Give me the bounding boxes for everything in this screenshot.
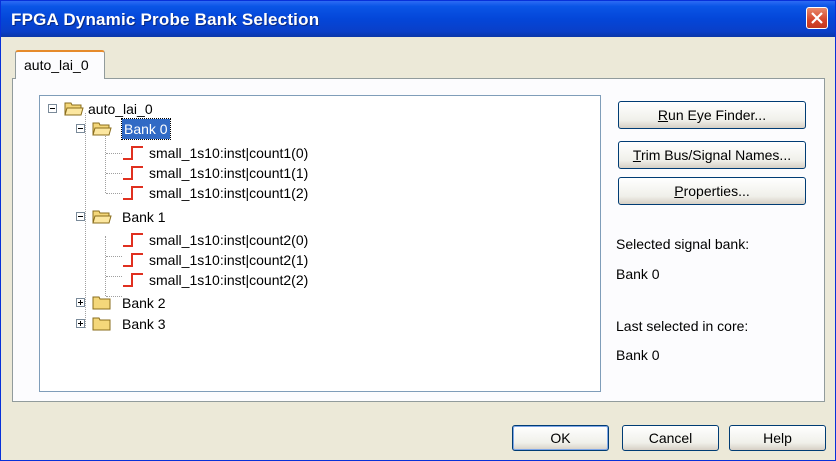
folder-open-icon <box>92 122 112 136</box>
window-title: FPGA Dynamic Probe Bank Selection <box>11 10 320 29</box>
last-selected-value: Bank 0 <box>616 347 660 363</box>
tree-label-signal: small_1s10:inst|count2(1) <box>149 252 309 268</box>
collapse-icon[interactable] <box>76 212 85 221</box>
cancel-button[interactable]: Cancel <box>622 425 719 451</box>
title-bar[interactable]: FPGA Dynamic Probe Bank Selection <box>1 1 835 37</box>
button-label: rim Bus/Signal Names... <box>640 147 792 163</box>
bank-tree[interactable]: auto_lai_0 Bank 0 small_1s10:inst|count1… <box>39 95 601 392</box>
tree-label-root: auto_lai_0 <box>88 101 153 117</box>
close-icon <box>811 12 823 24</box>
button-label: roperties... <box>683 183 750 199</box>
tree-label-bank-3: Bank 3 <box>122 316 166 332</box>
signal-icon <box>123 166 143 180</box>
tree-line <box>106 276 122 278</box>
expand-icon[interactable] <box>76 319 85 328</box>
mnemonic: T <box>632 147 641 163</box>
selected-bank-label: Selected signal bank: <box>616 236 750 252</box>
tree-label-bank-2: Bank 2 <box>122 295 166 311</box>
expand-icon[interactable] <box>76 298 85 307</box>
selected-bank-value: Bank 0 <box>616 266 660 282</box>
signal-icon <box>123 146 143 160</box>
help-button[interactable]: Help <box>729 425 826 451</box>
collapse-icon[interactable] <box>76 124 85 133</box>
tree-line <box>85 113 87 328</box>
dialog-window: FPGA Dynamic Probe Bank Selection auto_l… <box>0 0 836 461</box>
last-selected-label: Last selected in core: <box>616 318 749 334</box>
ok-button[interactable]: OK <box>512 425 609 451</box>
tree-line <box>106 153 122 155</box>
folder-icon <box>92 317 111 331</box>
tree-line <box>106 256 122 258</box>
close-button[interactable] <box>806 7 828 29</box>
tab-label: auto_lai_0 <box>24 57 89 73</box>
tree-label-signal: small_1s10:inst|count1(1) <box>149 165 309 181</box>
mnemonic: R <box>657 107 669 123</box>
tab-auto-lai-0[interactable]: auto_lai_0 <box>15 50 105 79</box>
tree-label-signal: small_1s10:inst|count1(2) <box>149 185 309 201</box>
properties-button[interactable]: Properties... <box>618 177 806 205</box>
signal-icon <box>123 253 143 267</box>
signal-icon <box>123 233 143 247</box>
folder-open-icon <box>92 210 112 224</box>
folder-open-icon <box>64 102 84 116</box>
signal-icon <box>123 186 143 200</box>
tree-line <box>105 236 107 296</box>
run-eye-finder-button[interactable]: Run Eye Finder... <box>618 101 806 129</box>
tree-line <box>105 133 107 193</box>
tree-line <box>106 193 122 195</box>
tree-label-bank-0: Bank 0 <box>121 118 171 140</box>
tree-label-signal: small_1s10:inst|count2(2) <box>149 272 309 288</box>
tree-label-bank-1: Bank 1 <box>122 209 166 225</box>
collapse-icon[interactable] <box>48 104 57 113</box>
mnemonic: P <box>674 183 684 199</box>
trim-names-button[interactable]: Trim Bus/Signal Names... <box>618 141 806 169</box>
folder-icon <box>92 296 111 310</box>
signal-icon <box>123 273 143 287</box>
tree-label-signal: small_1s10:inst|count1(0) <box>149 145 309 161</box>
button-label: un Eye Finder... <box>668 107 767 123</box>
tree-line <box>106 173 122 175</box>
tree-label-signal: small_1s10:inst|count2(0) <box>149 232 309 248</box>
